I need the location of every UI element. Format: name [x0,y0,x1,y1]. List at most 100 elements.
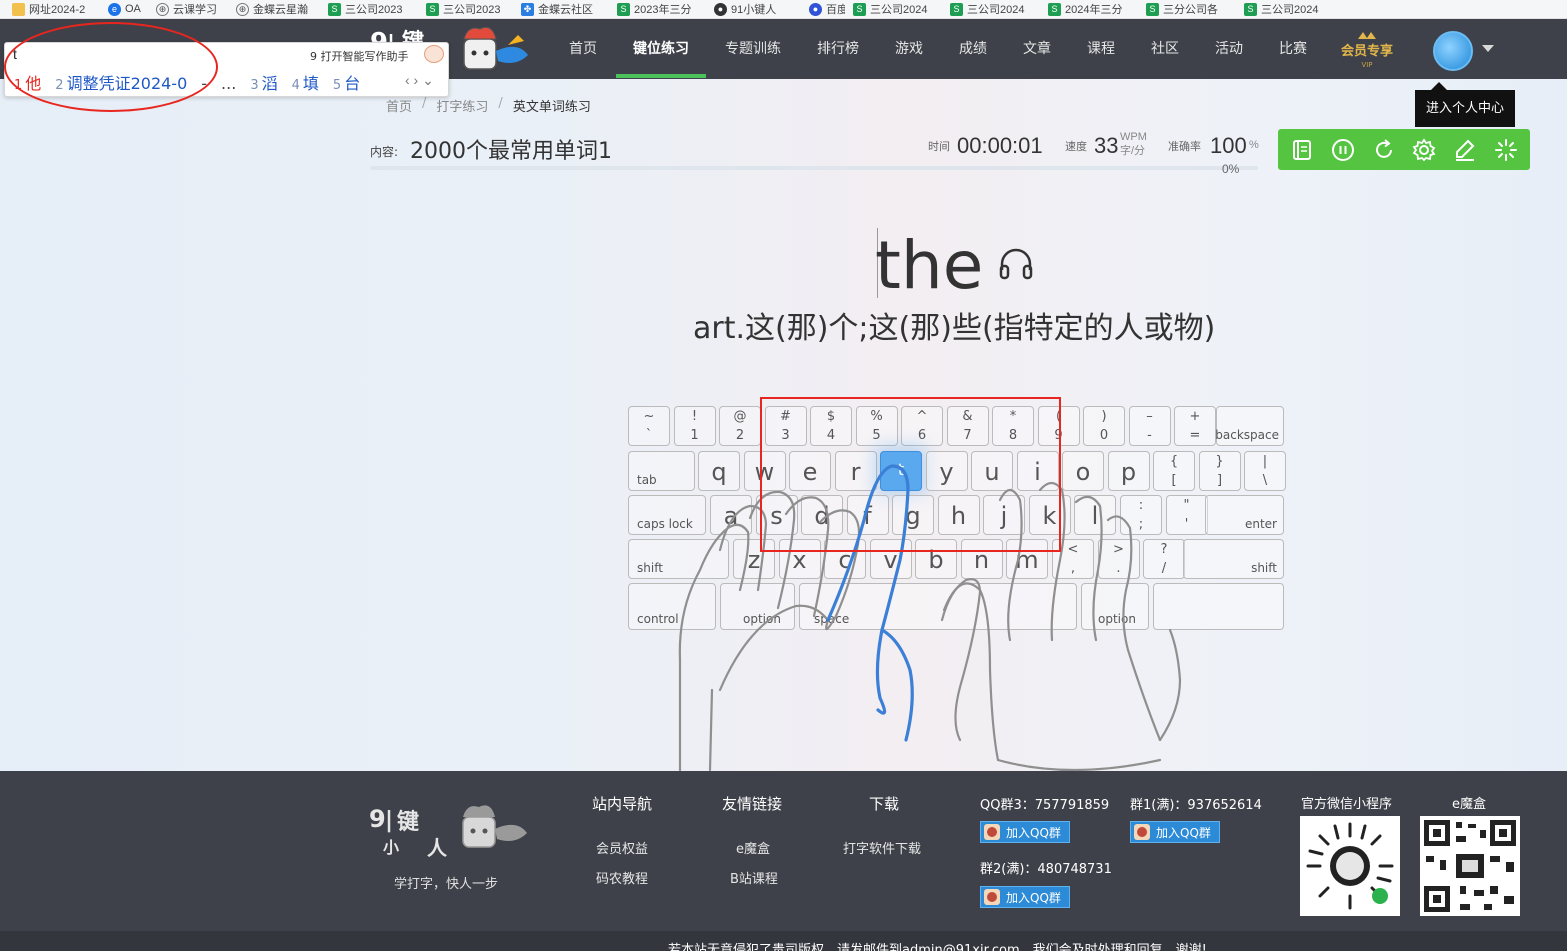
footer-link-member[interactable]: 会员权益 [596,838,648,857]
key-char: , [1070,561,1076,576]
key-label: option [743,612,781,626]
key-0: ~ ` [628,406,670,446]
annotation-red-ellipse [4,22,218,112]
footer-logo: 9 | 键 小 人 [369,805,527,860]
nav-item[interactable]: 键位练习 [632,19,690,79]
footer-link-emohe[interactable]: e魔盒 [736,838,770,857]
chevron-down-icon[interactable] [1482,45,1494,52]
sheet-icon: S [1146,2,1159,16]
headphone-icon[interactable] [998,246,1034,280]
ime-page-nav[interactable]: ‹ › ⌄ [405,72,434,89]
qq-group-2: 群2(满)：480748731 [980,862,1112,877]
key-shift-char: { [1169,454,1179,469]
ime-candidate[interactable]: 4填 [292,70,319,94]
bookmark-item[interactable]: S 2023年三分 [609,0,706,18]
key-label: control [637,612,679,626]
pause-icon[interactable] [1329,136,1357,164]
key-char: ] [1216,473,1223,488]
ime-candidate[interactable]: 5台 [333,70,360,94]
bookmark-item[interactable]: ✤ 金蝶云社区 [513,0,609,18]
svg-text:|: | [385,808,393,833]
progress-bar [370,166,1258,170]
key-a: a [710,495,752,535]
key-shift-char: @ [733,409,747,424]
nav-item[interactable]: 首页 [568,19,598,79]
bookmark-label: 91小键人 [731,4,777,16]
footer-slogan: 学打字，快人一步 [394,877,499,892]
key-char: = [1189,428,1201,443]
nav-item[interactable]: 社区 [1150,19,1180,79]
key-q: q [698,451,740,491]
key-shift-char: ! [691,409,698,424]
copyright-notice: 若本站无意侵犯了贵司版权，请发邮件到admin@91xjr.com，我们会及时处… [668,943,1207,951]
bookmark-item[interactable]: 网址2024-2 [0,0,100,18]
key-shift-char: ? [1160,542,1168,557]
bookmark-item[interactable]: e OA [100,0,148,18]
bookmark-item[interactable]: ⊕ 云课学习 [148,0,228,18]
join-qq-group-1-button[interactable]: 加入QQ群 [1130,821,1220,843]
settings-icon[interactable] [1410,136,1438,164]
svg-text:键: 键 [397,809,419,835]
key-p: p [1107,451,1150,491]
nav-item[interactable]: 排行榜 [816,19,860,79]
bookmark-item[interactable]: S 三公司2024 [942,0,1040,18]
bookmark-label: 三分公司各 [1163,4,1218,16]
breadcrumb-home[interactable]: 首页 [386,96,412,115]
nav-item[interactable]: 比赛 [1278,19,1308,79]
key-label: space [814,612,850,626]
user-avatar[interactable] [1433,31,1473,71]
svg-text:人: 人 [427,836,448,860]
key-char: / [1161,561,1167,576]
bookmark-item[interactable]: S 三公司2023 [320,0,418,18]
key-char: ; [1138,517,1144,532]
key-o: o [1062,451,1104,491]
nav-item[interactable]: 文章 [1022,19,1052,79]
key-label: option [1098,612,1136,626]
footer-link-bilibili[interactable]: B站课程 [730,868,778,887]
footer-link-coder-tutorial[interactable]: 码农教程 [596,868,648,887]
bookmark-item[interactable]: S 三公司2023 [418,0,513,18]
restart-icon[interactable] [1370,136,1398,164]
join-qq-group-3-button[interactable]: 加入QQ群 [980,821,1070,843]
ime-writing-assistant-hint[interactable]: 9 打开智能写作助手 [310,48,409,64]
sparkle-icon[interactable] [1492,136,1520,164]
puzzle-icon: ✤ [521,2,534,16]
bookmark-item[interactable]: S 三分公司各 [1138,0,1236,18]
key-sym: ? / [1143,539,1185,579]
footer-link-download[interactable]: 打字软件下载 [843,838,921,857]
key-char: 2 [735,428,745,443]
join-qq-label: 加入QQ群 [1006,890,1061,905]
ime-candidate-text: ... [221,74,237,93]
bookmark-item[interactable]: ● 百度 [801,0,845,18]
bookmark-item[interactable]: S 三公司2024 [845,0,942,18]
join-qq-group-2-button[interactable]: 加入QQ群 [980,886,1070,908]
key-shift-left: shift [628,539,729,579]
word-meaning: art.这(那)个;这(那)些(指特定的人或物) [693,311,1216,346]
nav-item[interactable]: 专题训练 [724,19,782,79]
nav-item[interactable]: 游戏 [894,19,924,79]
ime-candidate[interactable]: ... [221,74,236,93]
footer-copyright-bar: 若本站无意侵犯了贵司版权，请发邮件到admin@91xjr.com，我们会及时处… [0,931,1567,951]
qq-group-1: 群1(满)：937652614 [1130,798,1262,813]
book-icon[interactable] [1288,136,1316,164]
key-char: p [1120,458,1137,486]
pen-icon[interactable] [1451,136,1479,164]
bookmark-item[interactable]: S 2024年三分 [1040,0,1138,18]
sheet-icon: S [950,2,963,16]
nav-item[interactable]: 成绩 [958,19,988,79]
key-caps-lock: caps lock [628,495,706,535]
bookmark-item[interactable]: ● 91小键人 [706,0,801,18]
sheet-icon: S [617,2,630,16]
key-char: l [1091,502,1099,530]
breadcrumb-typing[interactable]: 打字练习 [436,96,488,115]
speed-unit-cpm: 字/分 [1120,145,1146,157]
key-sym: " ' [1165,495,1208,535]
ime-assistant-icon[interactable] [424,45,444,63]
bookmark-item[interactable]: S 三公司2024 [1236,0,1326,18]
nav-item[interactable]: 活动 [1214,19,1244,79]
key-label: enter [1244,517,1277,531]
vip-badge[interactable]: 会员专享 VIP [1338,29,1396,71]
nav-item[interactable]: 课程 [1086,19,1116,79]
bookmark-item[interactable]: ⊕ 金蝶云星瀚 [228,0,320,18]
ime-candidate[interactable]: 3滔 [250,70,277,94]
